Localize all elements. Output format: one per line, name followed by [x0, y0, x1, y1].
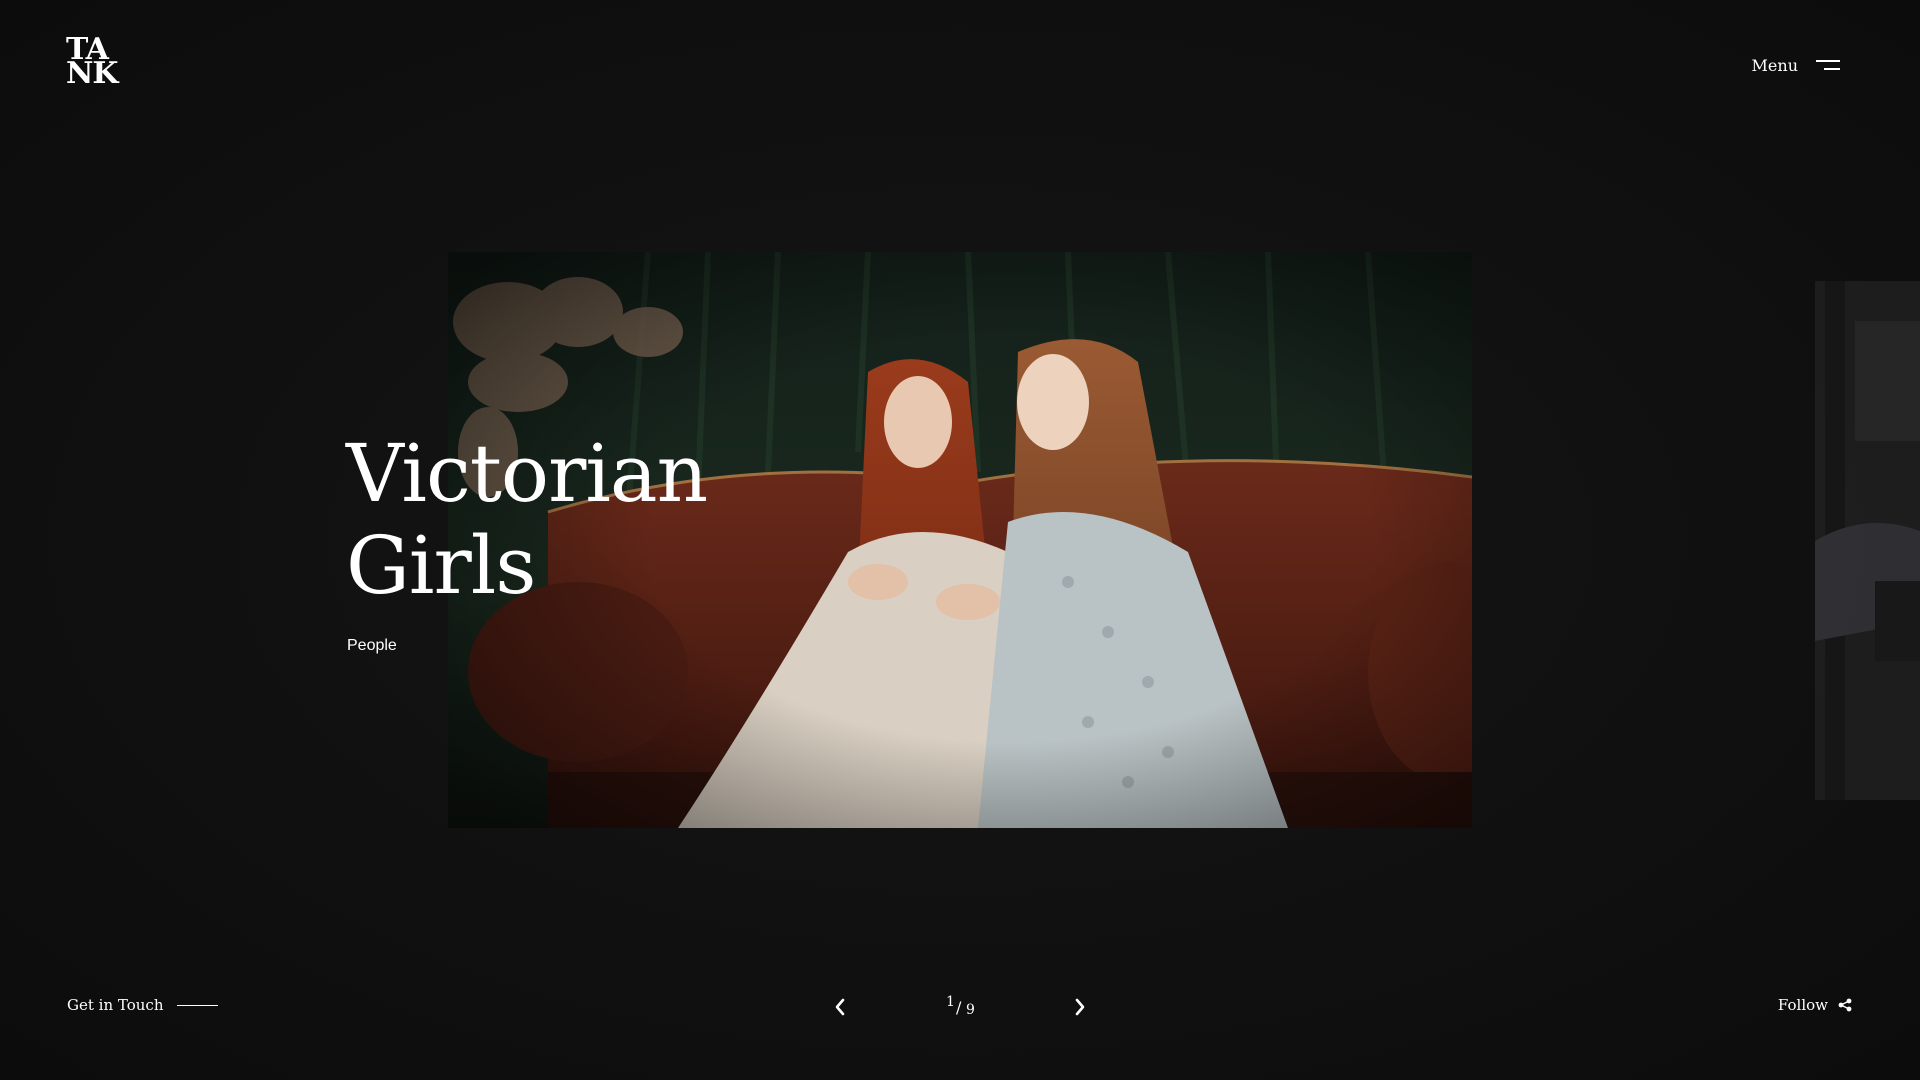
logo[interactable]: TA NK	[66, 35, 119, 91]
logo-line-2: NK	[66, 56, 119, 91]
follow-label: Follow	[1777, 996, 1828, 1014]
share-icon	[1838, 998, 1852, 1012]
menu-button[interactable]: Menu	[1752, 56, 1840, 75]
get-in-touch-link[interactable]: Get in Touch	[67, 996, 219, 1014]
hamburger-icon	[1816, 59, 1840, 73]
chevron-right-icon	[1075, 998, 1085, 1016]
slide-counter: 1 / 9	[944, 994, 980, 1018]
menu-label: Menu	[1751, 56, 1798, 75]
page: TA NK Menu Victorian Girls People Get in…	[0, 0, 1920, 1080]
slide-title[interactable]: Victorian Girls	[346, 427, 708, 612]
counter-current: 1	[946, 994, 955, 1010]
dash-line-icon	[177, 1004, 219, 1006]
get-in-touch-label: Get in Touch	[67, 996, 164, 1014]
prev-slide-button[interactable]	[828, 996, 852, 1018]
slide-category[interactable]: People	[347, 637, 397, 655]
counter-separator: /	[956, 998, 962, 1017]
counter-total: 9	[966, 1002, 975, 1018]
follow-button[interactable]: Follow	[1778, 996, 1852, 1014]
slide-title-line-2: Girls	[346, 519, 536, 612]
next-slide-preview[interactable]	[1815, 281, 1920, 800]
slide-title-line-1: Victorian	[346, 427, 708, 520]
next-slide-button[interactable]	[1068, 996, 1092, 1018]
chevron-left-icon	[835, 998, 845, 1016]
next-photo-icon	[1815, 281, 1920, 800]
